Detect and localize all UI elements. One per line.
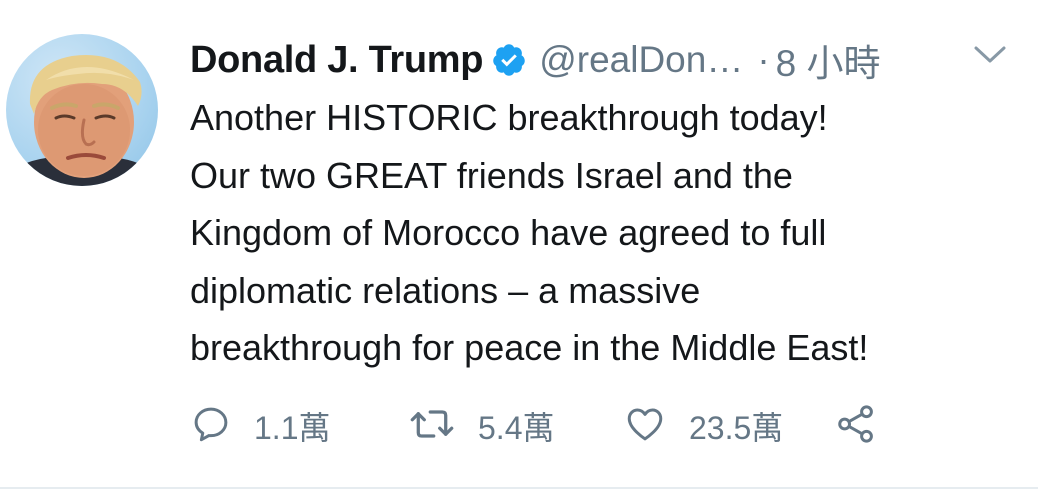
user-handle[interactable]: @realDon… — [539, 39, 743, 81]
retweet-count: 5.4萬 — [478, 410, 555, 446]
share-icon — [833, 403, 879, 450]
chevron-down-icon[interactable] — [972, 40, 1008, 70]
reply-button[interactable]: 1.1萬 — [190, 398, 331, 454]
retweet-icon — [408, 403, 456, 450]
avatar[interactable] — [6, 34, 158, 186]
reply-count: 1.1萬 — [254, 410, 331, 446]
like-button[interactable]: 23.5萬 — [623, 398, 783, 454]
share-button[interactable] — [833, 398, 879, 454]
tweet-text-line: Another HISTORIC breakthrough today! — [190, 97, 828, 138]
tweet-text: Another HISTORIC breakthrough today! Our… — [190, 89, 1010, 377]
tweet-actions: 1.1萬 5.4萬 23.5萬 — [190, 398, 1010, 454]
like-count: 23.5萬 — [689, 410, 784, 446]
tweet-text-line: Kingdom of Morocco have agreed to full — [190, 212, 827, 253]
reply-icon — [190, 403, 232, 450]
verified-badge-icon — [491, 42, 527, 78]
tweet-text-line: Our two GREAT friends Israel and the — [190, 154, 793, 196]
divider — [0, 487, 1038, 489]
tweet-card[interactable]: Donald J. Trump @realDon… · 8 小時 Another… — [0, 0, 1038, 500]
retweet-button[interactable]: 5.4萬 — [408, 398, 555, 454]
heart-icon — [623, 403, 667, 450]
tweet-text-line: breakthrough for peace in the Middle Eas… — [190, 327, 869, 368]
tweet-header: Donald J. Trump @realDon… · 8 小時 — [190, 32, 881, 88]
timestamp[interactable]: 8 小時 — [776, 33, 881, 87]
separator-dot: · — [757, 39, 770, 80]
display-name[interactable]: Donald J. Trump — [190, 39, 484, 82]
tweet-text-line: diplomatic relations – a massive — [190, 269, 701, 311]
